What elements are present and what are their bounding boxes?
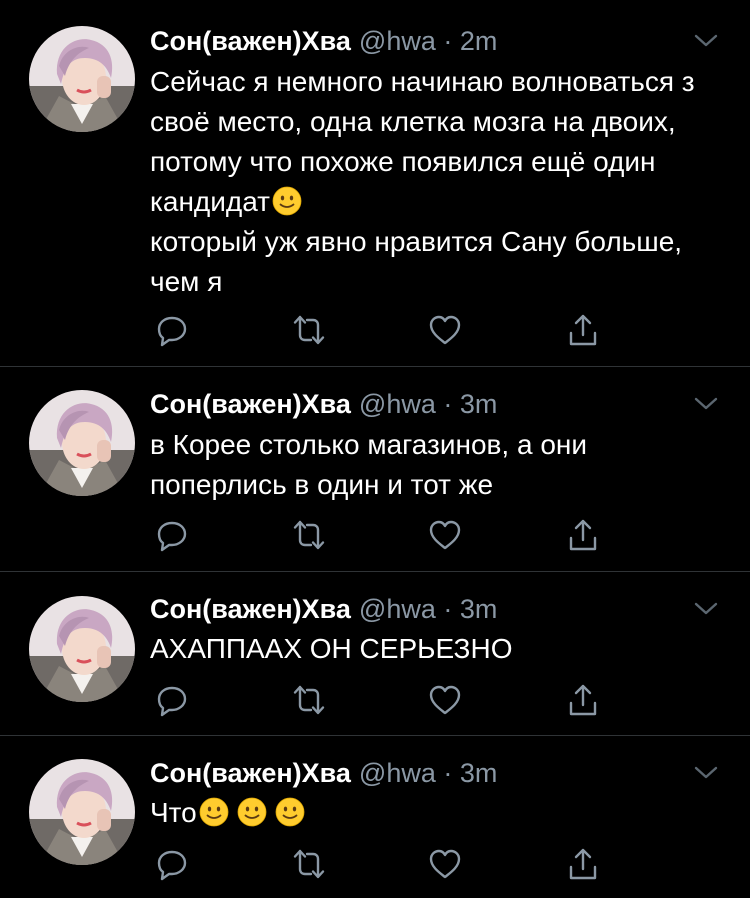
share-icon[interactable] <box>566 847 600 881</box>
display-name[interactable]: Сон(важен)Хва <box>150 758 351 788</box>
tweet-actions <box>150 683 610 717</box>
separator: · <box>443 26 453 56</box>
user-handle[interactable]: @hwa <box>359 26 436 56</box>
reply-icon[interactable] <box>155 847 189 881</box>
reply-icon[interactable] <box>155 313 189 347</box>
chevron-down-icon[interactable] <box>690 30 722 52</box>
avatar[interactable] <box>29 759 135 865</box>
avatar[interactable] <box>29 596 135 702</box>
tweet-2[interactable]: Сон(важен)Хва @hwa · 3m в Корее столько м… <box>0 367 750 571</box>
tweet-text-part: который уж явно нравится Сану больше, че… <box>150 226 683 297</box>
tweet-actions <box>150 313 610 347</box>
user-handle[interactable]: @hwa <box>359 594 436 624</box>
retweet-icon[interactable] <box>292 313 326 347</box>
avatar[interactable] <box>29 390 135 496</box>
slightly-smiling-face-icon <box>237 797 267 827</box>
separator: · <box>443 594 453 624</box>
tweet-1[interactable]: Сон(важен)Хва @hwa · 2m Сейчас я немного … <box>0 0 750 366</box>
avatar[interactable] <box>29 26 135 132</box>
tweet-text: Сейчас я немного начинаю волноваться з с… <box>150 62 735 302</box>
user-handle[interactable]: @hwa <box>359 758 436 788</box>
like-icon[interactable] <box>428 847 462 881</box>
chevron-down-icon[interactable] <box>690 598 722 620</box>
display-name[interactable]: Сон(важен)Хва <box>150 389 351 419</box>
timestamp[interactable]: 3m <box>460 758 498 788</box>
chevron-down-icon[interactable] <box>690 393 722 415</box>
tweet-actions <box>150 847 610 881</box>
tweet-4[interactable]: Сон(важен)Хва @hwa · 3m Что <box>0 736 750 898</box>
tweet-text: в Корее столько магазинов, а они поперли… <box>150 429 587 500</box>
display-name[interactable]: Сон(важен)Хва <box>150 26 351 56</box>
like-icon[interactable] <box>428 518 462 552</box>
display-name[interactable]: Сон(важен)Хва <box>150 594 351 624</box>
timestamp[interactable]: 3m <box>460 594 498 624</box>
timestamp[interactable]: 3m <box>460 389 498 419</box>
tweet-header: Сон(важен)Хва @hwa · 3m <box>150 592 497 626</box>
slightly-smiling-face-icon <box>272 186 302 216</box>
separator: · <box>443 758 453 788</box>
chevron-down-icon[interactable] <box>690 762 722 784</box>
tweet-3[interactable]: Сон(важен)Хва @hwa · 3m АХАППААХ ОН СЕРЬЕ… <box>0 572 750 735</box>
retweet-icon[interactable] <box>292 847 326 881</box>
tweet-text: АХАППААХ ОН СЕРЬЕЗНО <box>150 633 513 664</box>
share-icon[interactable] <box>566 683 600 717</box>
tweet-text-part: Что <box>150 797 197 828</box>
tweet-header: Сон(важен)Хва @hwa · 3m <box>150 387 497 421</box>
user-handle[interactable]: @hwa <box>359 389 436 419</box>
timestamp[interactable]: 2m <box>460 26 498 56</box>
retweet-icon[interactable] <box>292 518 326 552</box>
tweet-actions <box>150 518 610 552</box>
slightly-smiling-face-icon <box>275 797 305 827</box>
tweet-header: Сон(важен)Хва @hwa · 2m <box>150 24 497 58</box>
retweet-icon[interactable] <box>292 683 326 717</box>
tweet-text: Что <box>150 793 735 833</box>
like-icon[interactable] <box>428 313 462 347</box>
reply-icon[interactable] <box>155 683 189 717</box>
slightly-smiling-face-icon <box>199 797 229 827</box>
reply-icon[interactable] <box>155 518 189 552</box>
tweet-header: Сон(важен)Хва @hwa · 3m <box>150 756 497 790</box>
separator: · <box>443 389 453 419</box>
like-icon[interactable] <box>428 683 462 717</box>
share-icon[interactable] <box>566 518 600 552</box>
tweet-text-part: Сейчас я немного начинаю волноваться з с… <box>150 66 695 217</box>
share-icon[interactable] <box>566 313 600 347</box>
